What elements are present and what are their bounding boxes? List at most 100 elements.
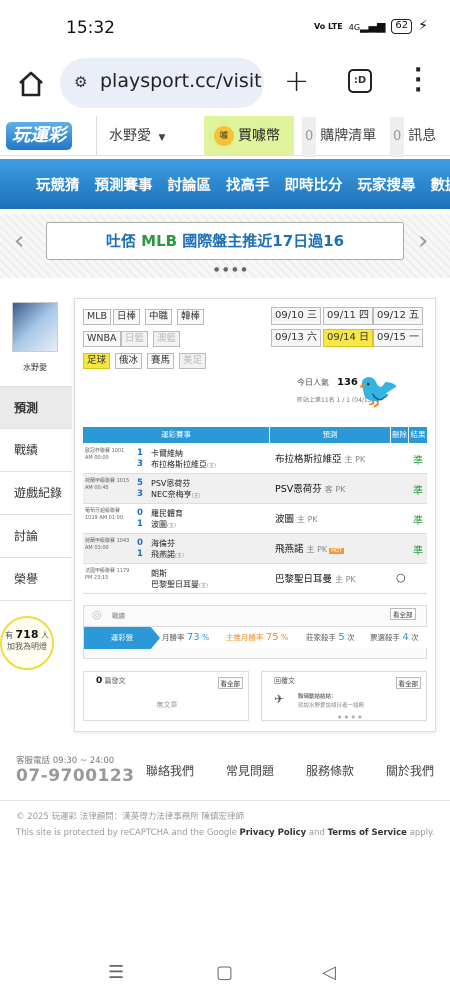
date-0913[interactable]: 09/13 六 [271,329,321,347]
row-team-away: 卡爾維納 [151,449,183,458]
date-0912[interactable]: 09/12 五 [373,307,423,325]
mascot-icon: 🐦 [357,371,400,411]
lamp-text: 加我為明燈 [7,642,47,651]
row-league: 法國甲級聯賽 1179 PM 23:15 [85,568,130,581]
side-tab-record[interactable]: 戰績 [0,429,72,472]
date-0915[interactable]: 09/15 一 [373,329,423,347]
new-tab-button[interactable]: + [284,64,309,99]
league-horse[interactable]: 賽馬 [147,353,175,369]
th-event: 運彩賽事 [83,427,269,443]
messages-count: 0 [390,117,405,157]
replies-view-all[interactable]: 看全部 [395,677,421,689]
cart-button[interactable]: 0 購牌清單 [296,116,382,157]
th-prediction: 預測 [270,427,390,443]
terms-of-service-link[interactable]: Terms of Service [328,828,407,838]
browser-menu-button[interactable]: · · · [414,60,422,102]
nav-player-search[interactable]: 玩家搜尋 [358,174,416,195]
table-row[interactable]: 荷蘭甲級聯賽 1015 AM 00:45 5 3 PSV恩荷芬 NEC奈梅亨(主) PSV… [83,474,427,504]
league-wnba[interactable]: WNBA [83,331,121,347]
stats-tab-lottery[interactable]: 運彩盤 [84,627,160,649]
row-league: 荷蘭甲級聯賽 1015 AM 00:45 [85,478,130,491]
nav-data[interactable]: 數據 [431,174,450,195]
user-dropdown[interactable]: 水野愛 ▼ [96,116,202,156]
footer-link-about[interactable]: 關於我們 [386,762,434,779]
table-row[interactable]: 法國甲級聯賽 1179 PM 23:15 朗斯 巴黎聖日耳曼(主) 巴黎聖日耳曼 主 … [83,564,427,594]
table-row[interactable]: 荷蘭甲級聯賽 1043 AM 03:00 0 1 海倫芬 飛燕諾(主) 飛燕諾 主 PK H… [83,534,427,564]
home-button-icon[interactable]: ▢ [216,962,233,983]
table-row[interactable]: 葡萄牙超級聯賽 1029 AM 01:00 0 1 羅民體育 波圖(主) 波圖 主 PK 準 [83,504,427,534]
stats-view-all[interactable]: 看全部 [390,608,416,620]
site-settings-icon[interactable]: ⚙ [74,73,87,91]
avatar[interactable] [12,302,58,352]
row-team-home: 飛燕諾(主) [151,550,184,559]
row-score-home: 1 [137,519,143,529]
charging-icon: ⚡ [418,18,428,34]
date-0910[interactable]: 09/10 三 [271,307,321,325]
home-icon[interactable] [16,69,46,99]
nav-experts[interactable]: 找高手 [226,174,270,195]
site-logo[interactable]: 玩運彩 [6,122,72,150]
nav-play-guess[interactable]: 玩競猜 [36,174,80,195]
league-soccer[interactable]: 足球 [83,353,111,369]
row-team-home: NEC奈梅亨(主) [151,490,201,499]
reply-dots: ● ● ● ● [338,714,363,719]
date-0911[interactable]: 09/11 四 [323,307,373,325]
url-text[interactable]: playsport.cc/visit [100,70,264,92]
buy-coin-label: 買噱幣 [238,128,280,144]
privacy-policy-link[interactable]: Privacy Policy [240,828,307,838]
browser-toolbar: ⚙ playsport.cc/visit + :D · · · [0,56,450,112]
volte-icon: Vo LTE [314,21,343,31]
recents-icon[interactable]: ☰ [108,962,124,983]
chevron-left-icon[interactable]: ‹ [14,226,24,256]
row-league: 葡萄牙超級聯賽 1029 AM 01:00 [85,508,124,521]
hot-badge: HOT [329,548,344,554]
replies-header: 回覆文 [274,677,295,685]
support-phone[interactable]: 07-9700123 [16,766,135,786]
footer-link-faq[interactable]: 常見問題 [226,762,274,779]
row-delete-button[interactable]: ○ [396,571,406,584]
side-tab-honors[interactable]: 榮譽 [0,558,72,601]
popularity-label: 今日人氣 [297,378,329,387]
table-row[interactable]: 歐冠杯聯賽 1001 AM 00:00 1 3 卡爾維納 布拉格斯拉維亞(主) 布拉格斯拉… [83,444,427,474]
lamp-prefix: 有 [4,631,13,640]
side-tab-discussion[interactable]: 討論 [0,515,72,558]
side-tab-game-history[interactable]: 遊戲紀錄 [0,472,72,515]
row-prediction: PSV恩荷芬 客 PK [275,484,346,495]
reply-avatar-icon: ✈ [274,692,285,706]
back-icon[interactable]: ◁ [322,962,336,983]
league-mlb[interactable]: MLB [83,309,112,325]
cart-label: 購牌清單 [320,128,377,144]
league-npb[interactable]: 日棒 [113,309,141,325]
coin-icon: 噱 [214,126,234,146]
posts-view-all[interactable]: 看全部 [217,677,243,689]
date-0914[interactable]: 09/14 日 [323,329,373,347]
tab-switcher-button[interactable]: :D [348,69,372,93]
messages-button[interactable]: 0 訊息 [384,116,450,157]
reply-excerpt: 就說水野愛說總日者一總殿 [298,703,365,709]
side-tab-predict[interactable]: 預測 [0,386,72,429]
follow-lamp-button[interactable]: 有 718 人 加我為明燈 [0,616,54,670]
footer-divider [0,800,450,801]
chevron-right-icon[interactable]: › [418,226,428,256]
footer-link-contact[interactable]: 聯絡我們 [146,762,194,779]
league-kbo[interactable]: 韓棒 [177,309,205,325]
row-team-away: 朗斯 [151,569,167,578]
footer-link-terms[interactable]: 服務條款 [306,762,354,779]
reply-title[interactable]: 聯璃動結結結： [298,692,337,700]
league-cpbl[interactable]: 中職 [145,309,173,325]
buy-coin-button[interactable]: 噱買噱幣 [204,116,294,156]
row-team-home: 巴黎聖日耳曼(主) [151,580,208,589]
row-prediction: 布拉格斯拉維亞 主 PK [275,454,366,465]
league-khl[interactable]: 俄冰 [115,353,143,369]
address-bar[interactable]: ⚙ playsport.cc/visit [60,58,264,108]
row-team-home: 布拉格斯拉維亞(主) [151,460,216,469]
banner-carousel: ‹ 吐俖 MLB 國際盤主推近17日過16 › ● ● ● ● [0,214,450,278]
th-delete: 刪除 [391,427,408,443]
league-nbl: 澳籃 [153,331,181,347]
row-prediction: 波圖 主 PK [275,514,318,525]
nav-live-score[interactable]: 即時比分 [285,174,343,195]
th-result: 結果 [409,427,427,443]
nav-predict[interactable]: 預測賽事 [95,174,153,195]
nav-forum[interactable]: 討論區 [168,174,212,195]
banner-headline[interactable]: 吐俖 MLB 國際盤主推近17日過16 [46,222,404,260]
